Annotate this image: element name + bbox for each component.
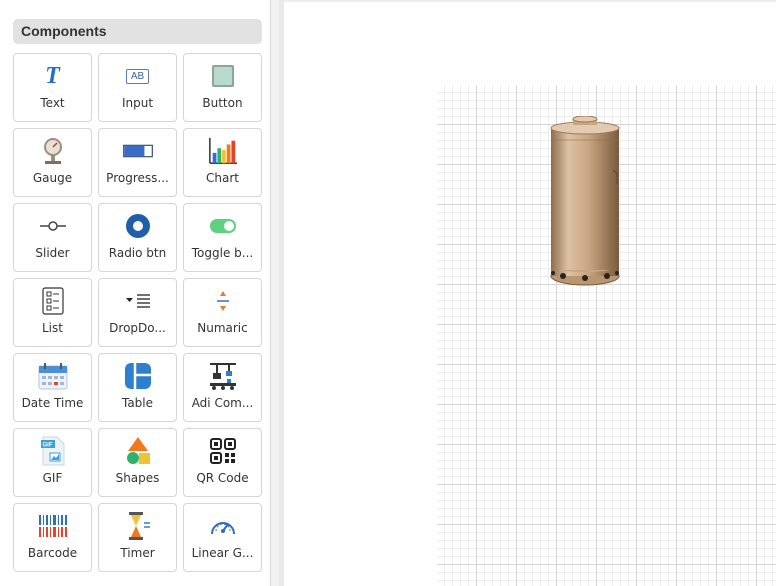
- dropdown-icon: [123, 287, 153, 315]
- component-table[interactable]: Table: [98, 353, 177, 422]
- component-progress[interactable]: Progress...: [98, 128, 177, 197]
- component-label: Toggle b...: [191, 246, 254, 260]
- slider-icon: [38, 212, 68, 240]
- component-label: Radio btn: [108, 246, 167, 260]
- svg-text:GIF: GIF: [42, 443, 52, 449]
- component-label: Numaric: [197, 321, 248, 335]
- components-header: Components: [13, 19, 262, 44]
- component-qr-code[interactable]: QR Code: [183, 428, 262, 497]
- component-input[interactable]: AB Input: [98, 53, 177, 122]
- component-label: Input: [121, 96, 154, 110]
- component-label: Button: [202, 96, 243, 110]
- component-list[interactable]: List: [13, 278, 92, 347]
- components-sidebar: Components T Text AB Input Button Gauge: [0, 0, 271, 586]
- component-label: Adi Com...: [191, 396, 254, 410]
- component-toggle-button[interactable]: Toggle b...: [183, 203, 262, 272]
- component-label: Gauge: [32, 171, 73, 185]
- table-icon: [123, 362, 153, 390]
- component-chart[interactable]: Chart: [183, 128, 262, 197]
- radio-button-icon: [123, 212, 153, 240]
- component-barcode[interactable]: Barcode: [13, 503, 92, 572]
- component-linear-gauge[interactable]: Linear G...: [183, 503, 262, 572]
- component-label: Chart: [206, 171, 239, 185]
- component-label: Slider: [35, 246, 70, 260]
- component-label: Timer: [120, 546, 155, 560]
- gauge-icon: [38, 137, 68, 165]
- component-label: GIF: [42, 471, 63, 485]
- component-label: Table: [121, 396, 154, 410]
- barcode-icon: [38, 512, 68, 540]
- bar-chart-icon: [208, 137, 238, 165]
- hourglass-icon: [123, 512, 153, 540]
- button-icon: [208, 62, 238, 90]
- component-slider[interactable]: Slider: [13, 203, 92, 272]
- component-date-time[interactable]: Date Time: [13, 353, 92, 422]
- text-icon: T: [45, 62, 60, 89]
- component-label: DropDo...: [109, 321, 166, 335]
- progress-bar-icon: [122, 137, 153, 165]
- component-label: QR Code: [196, 471, 249, 485]
- component-text[interactable]: T Text: [13, 53, 92, 122]
- canvas-top-border: [284, 0, 776, 2]
- component-label: Barcode: [27, 546, 78, 560]
- component-label: Shapes: [115, 471, 160, 485]
- component-label: Progress...: [106, 171, 169, 185]
- list-icon: [38, 287, 68, 315]
- qr-code-icon: [208, 437, 238, 465]
- component-timer[interactable]: Timer: [98, 503, 177, 572]
- component-dropdown[interactable]: DropDo...: [98, 278, 177, 347]
- storage-tank-icon[interactable]: [543, 115, 625, 292]
- component-radio-button[interactable]: Radio btn: [98, 203, 177, 272]
- speedometer-icon: [208, 512, 238, 540]
- component-label: Date Time: [21, 396, 84, 410]
- component-numeric[interactable]: Numaric: [183, 278, 262, 347]
- component-shapes[interactable]: Shapes: [98, 428, 177, 497]
- components-grid: T Text AB Input Button Gauge Progress...…: [13, 53, 262, 572]
- component-label: List: [42, 321, 63, 335]
- component-button[interactable]: Button: [183, 53, 262, 122]
- component-gauge[interactable]: Gauge: [13, 128, 92, 197]
- gif-file-icon: GIF: [38, 436, 68, 466]
- conveyor-machine-icon: [208, 362, 238, 390]
- shapes-icon: [123, 437, 153, 465]
- component-label: Text: [40, 96, 65, 110]
- component-gif[interactable]: GIF GIF: [13, 428, 92, 497]
- toggle-switch-icon: [208, 212, 238, 240]
- calendar-icon: [38, 362, 68, 390]
- numeric-stepper-icon: [208, 287, 238, 315]
- component-adi-com[interactable]: Adi Com...: [183, 353, 262, 422]
- input-icon: AB: [123, 62, 153, 90]
- component-label: Linear G...: [191, 546, 254, 560]
